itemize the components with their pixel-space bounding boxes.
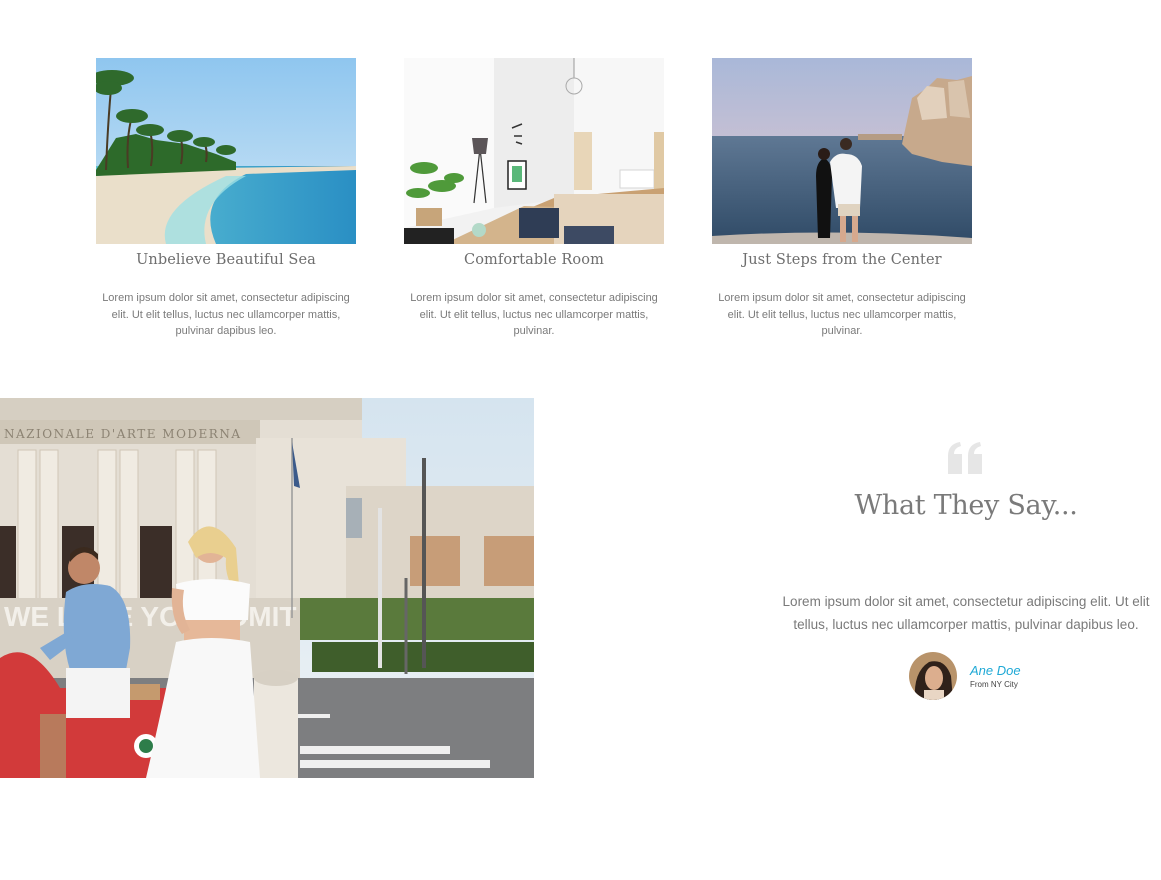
feature-card-center: Just Steps from the Center Lorem ipsum d… <box>712 58 972 340</box>
avatar <box>909 652 957 700</box>
testimonial-text: Lorem ipsum dolor sit amet, consectetur … <box>782 594 1150 632</box>
feature-card-sea: Unbelieve Beautiful Sea Lorem ipsum dolo… <box>96 58 356 340</box>
card-description: Lorem ipsum dolor sit amet, consectetur … <box>410 292 658 337</box>
page: Unbelieve Beautiful Sea Lorem ipsum dolo… <box>0 0 1161 880</box>
testimonial-heading: What They Say... <box>854 490 1078 521</box>
card-title: Unbelieve Beautiful Sea <box>136 252 316 268</box>
card-title: Just Steps from the Center <box>742 252 942 268</box>
room-image <box>404 58 664 244</box>
card-description: Lorem ipsum dolor sit amet, consectetur … <box>102 292 350 337</box>
feature-card-room: Comfortable Room Lorem ipsum dolor sit a… <box>404 58 664 340</box>
building-inscription: NAZIONALE D'ARTE MODERNA <box>4 427 242 441</box>
card-description: Lorem ipsum dolor sit amet, consectetur … <box>718 292 966 337</box>
couple-on-scooter-photo: NAZIONALE D'ARTE MODERNA WE LOVE YOU ADM… <box>0 398 534 778</box>
quote-icon <box>946 440 986 474</box>
beach-image <box>96 58 356 244</box>
seaside-couple-image <box>712 58 972 244</box>
author-name[interactable]: Ane Doe <box>970 663 1021 678</box>
author-location: From NY City <box>970 680 1018 689</box>
wall-graffiti: WE LOVE YOU ADMIT <box>4 601 296 632</box>
card-title: Comfortable Room <box>464 252 604 268</box>
testimonial-author: Ane Doe From NY City <box>909 652 1109 702</box>
